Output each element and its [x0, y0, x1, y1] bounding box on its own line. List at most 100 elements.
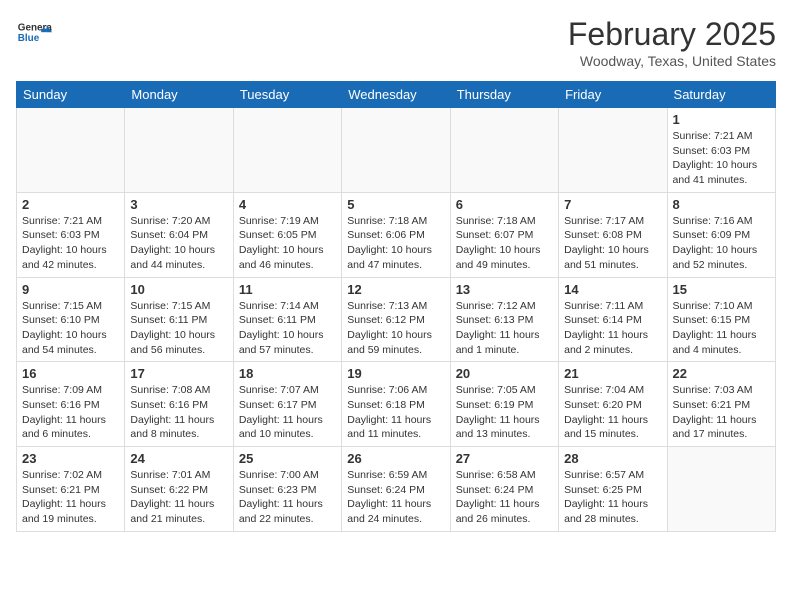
day-info: Sunrise: 7:12 AM Sunset: 6:13 PM Dayligh… [456, 299, 553, 358]
day-info: Sunrise: 7:20 AM Sunset: 6:04 PM Dayligh… [130, 214, 227, 273]
day-info: Sunrise: 7:10 AM Sunset: 6:15 PM Dayligh… [673, 299, 770, 358]
day-info: Sunrise: 7:02 AM Sunset: 6:21 PM Dayligh… [22, 468, 119, 527]
calendar-cell [342, 108, 450, 193]
calendar-cell: 14 Sunrise: 7:11 AM Sunset: 6:14 PM Dayli… [559, 277, 667, 362]
day-number: 10 [130, 282, 227, 297]
calendar-cell: 12 Sunrise: 7:13 AM Sunset: 6:12 PM Dayli… [342, 277, 450, 362]
month-title: February 2025 [568, 16, 776, 53]
day-info: Sunrise: 7:05 AM Sunset: 6:19 PM Dayligh… [456, 383, 553, 442]
calendar-week-row: 2 Sunrise: 7:21 AM Sunset: 6:03 PM Daylig… [17, 192, 776, 277]
page-header: General Blue General Blue February 2025 … [16, 16, 776, 69]
day-info: Sunrise: 6:58 AM Sunset: 6:24 PM Dayligh… [456, 468, 553, 527]
day-info: Sunrise: 7:21 AM Sunset: 6:03 PM Dayligh… [673, 129, 770, 188]
column-header-saturday: Saturday [667, 82, 775, 108]
day-number: 2 [22, 197, 119, 212]
location: Woodway, Texas, United States [568, 53, 776, 69]
day-number: 12 [347, 282, 444, 297]
day-number: 23 [22, 451, 119, 466]
calendar-cell: 5 Sunrise: 7:18 AM Sunset: 6:06 PM Daylig… [342, 192, 450, 277]
calendar-week-row: 23 Sunrise: 7:02 AM Sunset: 6:21 PM Dayli… [17, 447, 776, 532]
calendar-cell: 18 Sunrise: 7:07 AM Sunset: 6:17 PM Dayli… [233, 362, 341, 447]
day-number: 18 [239, 366, 336, 381]
day-number: 26 [347, 451, 444, 466]
day-number: 5 [347, 197, 444, 212]
calendar-week-row: 9 Sunrise: 7:15 AM Sunset: 6:10 PM Daylig… [17, 277, 776, 362]
day-number: 16 [22, 366, 119, 381]
day-info: Sunrise: 7:07 AM Sunset: 6:17 PM Dayligh… [239, 383, 336, 442]
calendar-cell: 20 Sunrise: 7:05 AM Sunset: 6:19 PM Dayli… [450, 362, 558, 447]
column-header-sunday: Sunday [17, 82, 125, 108]
day-info: Sunrise: 7:18 AM Sunset: 6:06 PM Dayligh… [347, 214, 444, 273]
calendar-cell: 7Sunrise: 7:17 AM Sunset: 6:08 PM Daylig… [559, 192, 667, 277]
day-number: 11 [239, 282, 336, 297]
day-number: 8 [673, 197, 770, 212]
day-info: Sunrise: 7:18 AM Sunset: 6:07 PM Dayligh… [456, 214, 553, 273]
calendar-cell: 16 Sunrise: 7:09 AM Sunset: 6:16 PM Dayli… [17, 362, 125, 447]
logo: General Blue General Blue [16, 16, 52, 52]
calendar-cell [125, 108, 233, 193]
calendar-week-row: 16 Sunrise: 7:09 AM Sunset: 6:16 PM Dayli… [17, 362, 776, 447]
column-header-thursday: Thursday [450, 82, 558, 108]
calendar-cell: 13 Sunrise: 7:12 AM Sunset: 6:13 PM Dayli… [450, 277, 558, 362]
day-number: 4 [239, 197, 336, 212]
column-header-wednesday: Wednesday [342, 82, 450, 108]
day-number: 22 [673, 366, 770, 381]
day-info: Sunrise: 7:21 AM Sunset: 6:03 PM Dayligh… [22, 214, 119, 273]
calendar-cell: 4 Sunrise: 7:19 AM Sunset: 6:05 PM Daylig… [233, 192, 341, 277]
svg-text:Blue: Blue [18, 33, 40, 44]
calendar-cell: 21 Sunrise: 7:04 AM Sunset: 6:20 PM Dayli… [559, 362, 667, 447]
day-info: Sunrise: 7:06 AM Sunset: 6:18 PM Dayligh… [347, 383, 444, 442]
day-info: Sunrise: 7:19 AM Sunset: 6:05 PM Dayligh… [239, 214, 336, 273]
day-number: 3 [130, 197, 227, 212]
calendar-cell: 26 Sunrise: 6:59 AM Sunset: 6:24 PM Dayli… [342, 447, 450, 532]
calendar-cell: 27 Sunrise: 6:58 AM Sunset: 6:24 PM Dayli… [450, 447, 558, 532]
calendar-week-row: 1 Sunrise: 7:21 AM Sunset: 6:03 PM Daylig… [17, 108, 776, 193]
day-info: Sunrise: 6:59 AM Sunset: 6:24 PM Dayligh… [347, 468, 444, 527]
day-info: Sunrise: 7:14 AM Sunset: 6:11 PM Dayligh… [239, 299, 336, 358]
day-info: Sunrise: 7:11 AM Sunset: 6:14 PM Dayligh… [564, 299, 661, 358]
day-number: 6 [456, 197, 553, 212]
column-header-monday: Monday [125, 82, 233, 108]
calendar-cell: 15 Sunrise: 7:10 AM Sunset: 6:15 PM Dayli… [667, 277, 775, 362]
day-number: 14 [564, 282, 661, 297]
calendar-cell [17, 108, 125, 193]
calendar-cell: 3 Sunrise: 7:20 AM Sunset: 6:04 PM Daylig… [125, 192, 233, 277]
day-info: Sunrise: 7:01 AM Sunset: 6:22 PM Dayligh… [130, 468, 227, 527]
calendar-cell: 1 Sunrise: 7:21 AM Sunset: 6:03 PM Daylig… [667, 108, 775, 193]
day-number: 19 [347, 366, 444, 381]
day-info: Sunrise: 7:08 AM Sunset: 6:16 PM Dayligh… [130, 383, 227, 442]
calendar-cell: 9 Sunrise: 7:15 AM Sunset: 6:10 PM Daylig… [17, 277, 125, 362]
calendar-table: SundayMondayTuesdayWednesdayThursdayFrid… [16, 81, 776, 532]
day-number: 13 [456, 282, 553, 297]
logo-icon: General Blue [16, 16, 52, 52]
day-info: Sunrise: 6:57 AM Sunset: 6:25 PM Dayligh… [564, 468, 661, 527]
calendar-cell: 25Sunrise: 7:00 AM Sunset: 6:23 PM Dayli… [233, 447, 341, 532]
calendar-cell [559, 108, 667, 193]
day-number: 27 [456, 451, 553, 466]
day-number: 20 [456, 366, 553, 381]
day-number: 1 [673, 112, 770, 127]
calendar-cell: 19 Sunrise: 7:06 AM Sunset: 6:18 PM Dayli… [342, 362, 450, 447]
title-block: February 2025 Woodway, Texas, United Sta… [568, 16, 776, 69]
day-number: 28 [564, 451, 661, 466]
day-number: 9 [22, 282, 119, 297]
day-info: Sunrise: 7:09 AM Sunset: 6:16 PM Dayligh… [22, 383, 119, 442]
day-info: Sunrise: 7:13 AM Sunset: 6:12 PM Dayligh… [347, 299, 444, 358]
day-number: 15 [673, 282, 770, 297]
calendar-cell: 6 Sunrise: 7:18 AM Sunset: 6:07 PM Daylig… [450, 192, 558, 277]
day-number: 21 [564, 366, 661, 381]
column-header-friday: Friday [559, 82, 667, 108]
calendar-cell: 23 Sunrise: 7:02 AM Sunset: 6:21 PM Dayli… [17, 447, 125, 532]
calendar-cell: 24Sunrise: 7:01 AM Sunset: 6:22 PM Dayli… [125, 447, 233, 532]
day-info: Sunrise: 7:15 AM Sunset: 6:10 PM Dayligh… [22, 299, 119, 358]
day-info: Sunrise: 7:17 AM Sunset: 6:08 PM Dayligh… [564, 214, 661, 273]
day-info: Sunrise: 7:03 AM Sunset: 6:21 PM Dayligh… [673, 383, 770, 442]
calendar-cell: 2 Sunrise: 7:21 AM Sunset: 6:03 PM Daylig… [17, 192, 125, 277]
calendar-cell: 17 Sunrise: 7:08 AM Sunset: 6:16 PM Dayli… [125, 362, 233, 447]
calendar-cell: 11 Sunrise: 7:14 AM Sunset: 6:11 PM Dayli… [233, 277, 341, 362]
day-number: 17 [130, 366, 227, 381]
day-info: Sunrise: 7:04 AM Sunset: 6:20 PM Dayligh… [564, 383, 661, 442]
calendar-cell: 22 Sunrise: 7:03 AM Sunset: 6:21 PM Dayli… [667, 362, 775, 447]
day-number: 25 [239, 451, 336, 466]
calendar-cell [667, 447, 775, 532]
